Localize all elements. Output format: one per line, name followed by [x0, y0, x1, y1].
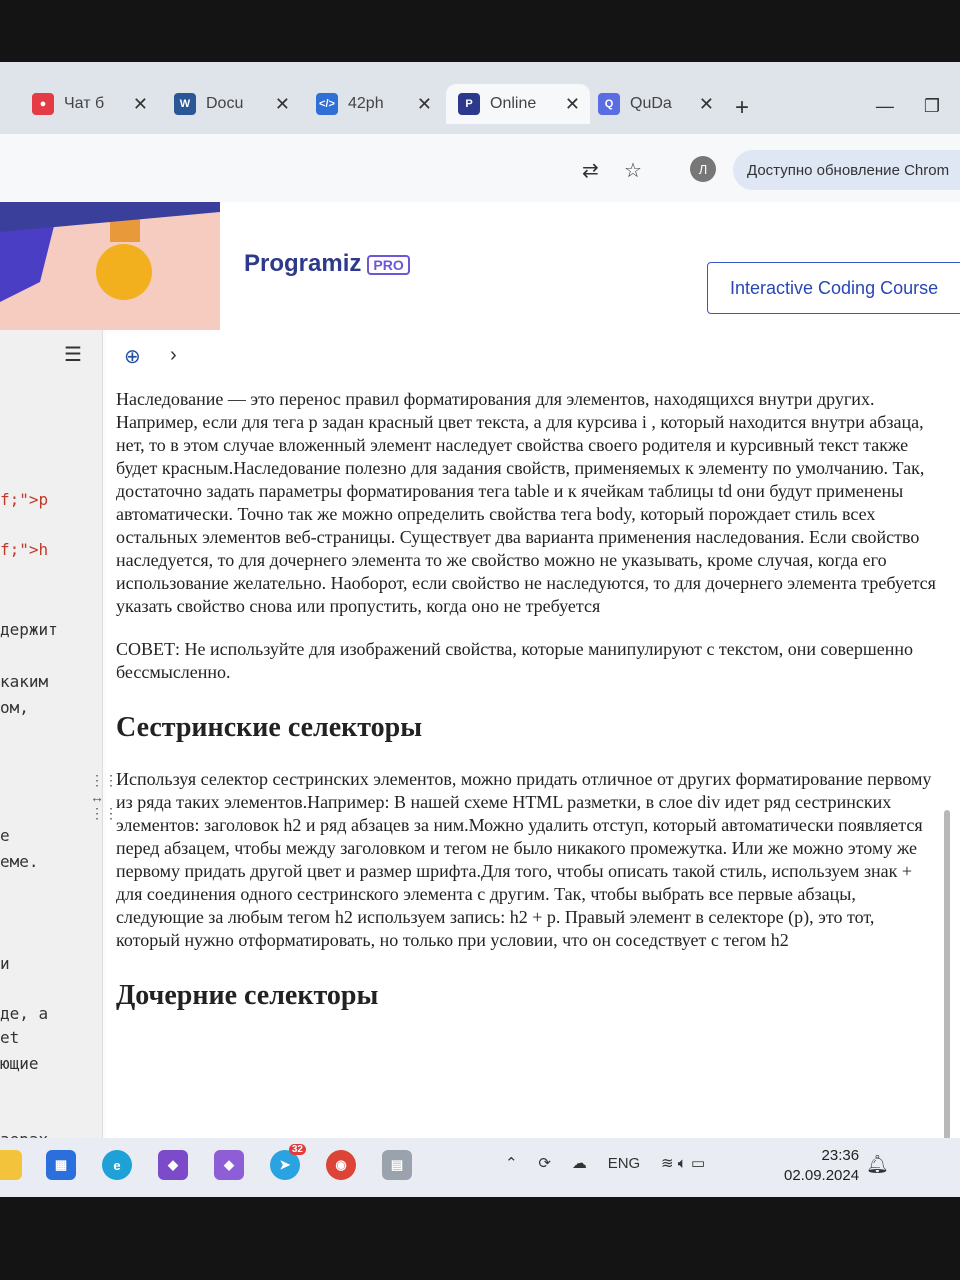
editor-line: f;">h [0, 540, 49, 559]
new-tab-button[interactable]: + [735, 94, 749, 122]
editor-line: и [0, 954, 10, 973]
chevron-up-icon[interactable]: ⌃ [505, 1155, 518, 1172]
language-indicator[interactable]: ENG [608, 1155, 641, 1172]
store-icon[interactable]: ▦ [46, 1150, 76, 1180]
star-icon[interactable]: ☆ [624, 158, 642, 183]
taskbar: ▦ e ◆ ◆ ➤ 32 ◉ ▤ ⌃ ⟳ ☁ ENG ≋ 🔈︎ ▭ 23:36 … [0, 1138, 960, 1197]
cloud-icon[interactable]: ☁ [572, 1155, 587, 1172]
translate-icon[interactable]: ⇄ [582, 158, 599, 183]
preview-toolbar: ⊕ › [106, 330, 960, 378]
screen: ● Чат б ✕ W Docu ✕ </> 42ph ✕ P Online ✕… [0, 62, 960, 1197]
article-content: Наследование — это перенос правил формат… [116, 388, 942, 1036]
tab-bar: ● Чат б ✕ W Docu ✕ </> 42ph ✕ P Online ✕… [0, 62, 960, 134]
time: 23:36 [821, 1147, 860, 1164]
telegram-icon[interactable]: ➤ 32 [270, 1144, 306, 1180]
wifi-icon[interactable]: ≋ [661, 1155, 674, 1172]
programiz-logo[interactable]: Programiz PRO [244, 250, 410, 278]
edge-icon[interactable]: e [102, 1150, 132, 1180]
close-icon[interactable]: ✕ [565, 94, 580, 115]
tab-online[interactable]: P Online ✕ [446, 84, 590, 124]
pro-badge: PRO [367, 254, 410, 275]
editor-line: f;">p [0, 490, 49, 509]
tab-chat[interactable]: ● Чат б ✕ [32, 84, 148, 124]
illustration-icon [0, 202, 220, 302]
chrome-icon[interactable]: ◉ [326, 1150, 356, 1180]
output-preview: ⊕ › Наследование — это перенос правил фо… [106, 330, 960, 1150]
tab-label: Online [490, 95, 537, 112]
globe-icon[interactable]: ⊕ [124, 344, 141, 369]
notification-badge: 32 [288, 1144, 306, 1155]
avatar[interactable]: Л [690, 156, 716, 182]
editor-line: держит [0, 620, 58, 639]
editor-line: et [0, 1028, 20, 1047]
paragraph-sibling: Используя селектор сестринских элементов… [116, 769, 932, 950]
programiz-icon: P [458, 93, 480, 115]
tab-code[interactable]: </> 42ph ✕ [316, 84, 432, 124]
tab-docs[interactable]: W Docu ✕ [174, 84, 290, 124]
interactive-course-button[interactable]: Interactive Coding Course [707, 262, 960, 314]
file-explorer-icon[interactable] [0, 1150, 22, 1180]
window-controls[interactable]: — ❐ [876, 96, 940, 117]
tab-label: 42ph [348, 95, 384, 112]
heading-child-selectors: Дочерние селекторы [116, 980, 379, 1011]
site-banner: Programiz PRO Interactive Coding Course [0, 202, 960, 330]
paragraph-tip: СОВЕТ: Не используйте для изображений св… [116, 639, 914, 682]
tab-label: Чат б [64, 95, 105, 112]
battery-icon[interactable]: ▭ [691, 1155, 705, 1172]
close-icon[interactable]: ✕ [699, 94, 714, 115]
editor-line: каким [0, 672, 49, 691]
paragraph-inheritance: Наследование — это перенос правил формат… [116, 389, 936, 616]
visual-studio-icon[interactable]: ◆ [158, 1150, 188, 1180]
code-editor-pane[interactable]: ☰ f;">p f;">h держит каким ом, е еме. и де, а et ю… [0, 330, 103, 1150]
editor-line: е [0, 826, 10, 845]
visual-studio-2-icon[interactable]: ◆ [214, 1150, 244, 1180]
clock[interactable]: 23:36 02.09.2024 [784, 1146, 859, 1186]
notepad-icon[interactable]: ▤ [382, 1150, 412, 1180]
close-icon[interactable]: ✕ [133, 94, 148, 115]
editor-line: еме. [0, 852, 39, 871]
resize-handle-icon[interactable]: ⋮⋮ ↔ ⋮⋮ [90, 772, 118, 822]
tab-quda[interactable]: Q QuDa ✕ [598, 84, 714, 124]
quda-icon: Q [598, 93, 620, 115]
chevron-right-icon[interactable]: › [170, 344, 177, 367]
banner-illustration [0, 202, 220, 330]
volume-icon[interactable]: 🔈︎ [678, 1155, 687, 1172]
logo-text: Programiz [244, 250, 362, 277]
sync-icon[interactable]: ⟳ [538, 1155, 551, 1172]
scrollbar[interactable] [944, 810, 950, 1140]
browser-toolbar: ⇄ ☆ Л Доступно обновление Chrom [0, 134, 960, 202]
chat-icon: ● [32, 93, 54, 115]
editor-line: ющие [0, 1054, 39, 1073]
editor-line: де, а [0, 1004, 49, 1023]
tab-label: Docu [206, 95, 244, 112]
word-icon: W [174, 93, 196, 115]
tab-label: QuDa [630, 95, 672, 112]
heading-sibling-selectors: Сестринские селекторы [116, 712, 423, 743]
system-tray: ⌃ ⟳ ☁ ENG ≋ 🔈︎ ▭ [505, 1154, 705, 1172]
date: 02.09.2024 [784, 1167, 860, 1184]
update-chrome-button[interactable]: Доступно обновление Chrom [733, 150, 960, 190]
editor-line: ом, [0, 698, 29, 717]
notification-bell-icon[interactable]: 🔔︎ [866, 1154, 889, 1175]
close-icon[interactable]: ✕ [417, 94, 432, 115]
menu-icon[interactable]: ☰ [64, 342, 82, 366]
close-icon[interactable]: ✕ [275, 94, 290, 115]
code-icon: </> [316, 93, 338, 115]
